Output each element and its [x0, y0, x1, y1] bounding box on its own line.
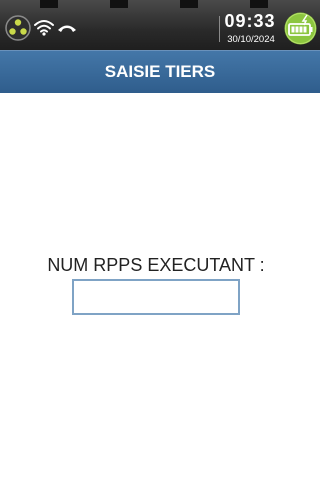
battery-charging-icon — [284, 12, 317, 45]
date: 30/10/2024 — [227, 34, 275, 45]
rpps-number-input[interactable] — [72, 279, 240, 315]
page-title: SAISIE TIERS — [104, 62, 216, 81]
status-divider — [219, 16, 220, 42]
connection-icon — [5, 15, 31, 41]
wifi-icon — [34, 20, 54, 36]
status-bar: 09:33 30/10/2024 — [0, 0, 320, 50]
rpps-field-label: NUM RPPS EXECUTANT : — [47, 255, 265, 275]
phone-hangup-icon — [58, 25, 76, 32]
clock: 09:33 — [224, 11, 276, 31]
title-bar: SAISIE TIERS — [0, 50, 320, 93]
screen: 09:33 30/10/2024 SAISIE TIERS NUM RPPS E… — [0, 0, 320, 480]
